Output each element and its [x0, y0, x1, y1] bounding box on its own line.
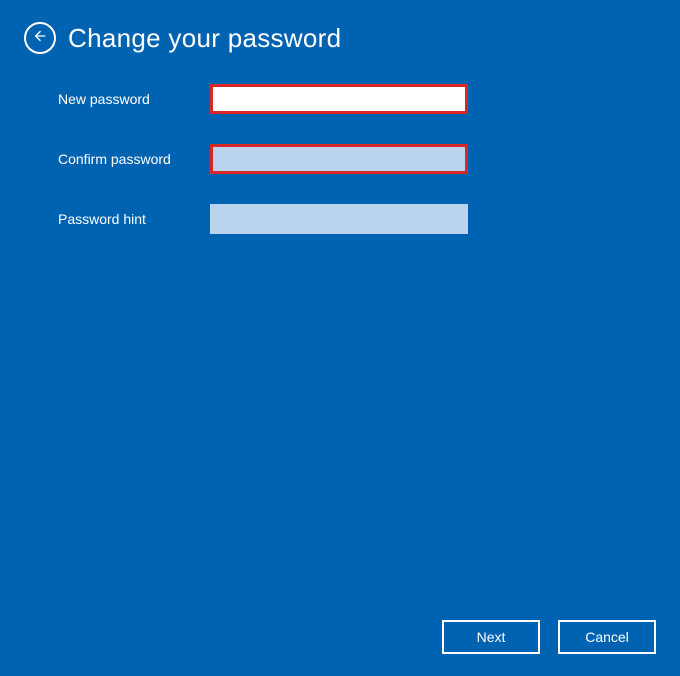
password-hint-label: Password hint: [58, 211, 210, 227]
confirm-password-row: Confirm password: [58, 144, 680, 174]
new-password-label: New password: [58, 91, 210, 107]
new-password-row: New password: [58, 84, 680, 114]
change-password-form: New password Confirm password Password h…: [0, 54, 680, 234]
header: Change your password: [0, 0, 680, 54]
password-hint-row: Password hint: [58, 204, 680, 234]
back-arrow-icon: [32, 28, 48, 49]
next-button[interactable]: Next: [442, 620, 540, 654]
back-button[interactable]: [24, 22, 56, 54]
cancel-button[interactable]: Cancel: [558, 620, 656, 654]
new-password-input[interactable]: [210, 84, 468, 114]
page-title: Change your password: [68, 23, 341, 54]
confirm-password-label: Confirm password: [58, 151, 210, 167]
confirm-password-input[interactable]: [210, 144, 468, 174]
footer: Next Cancel: [442, 620, 656, 654]
password-hint-input[interactable]: [210, 204, 468, 234]
